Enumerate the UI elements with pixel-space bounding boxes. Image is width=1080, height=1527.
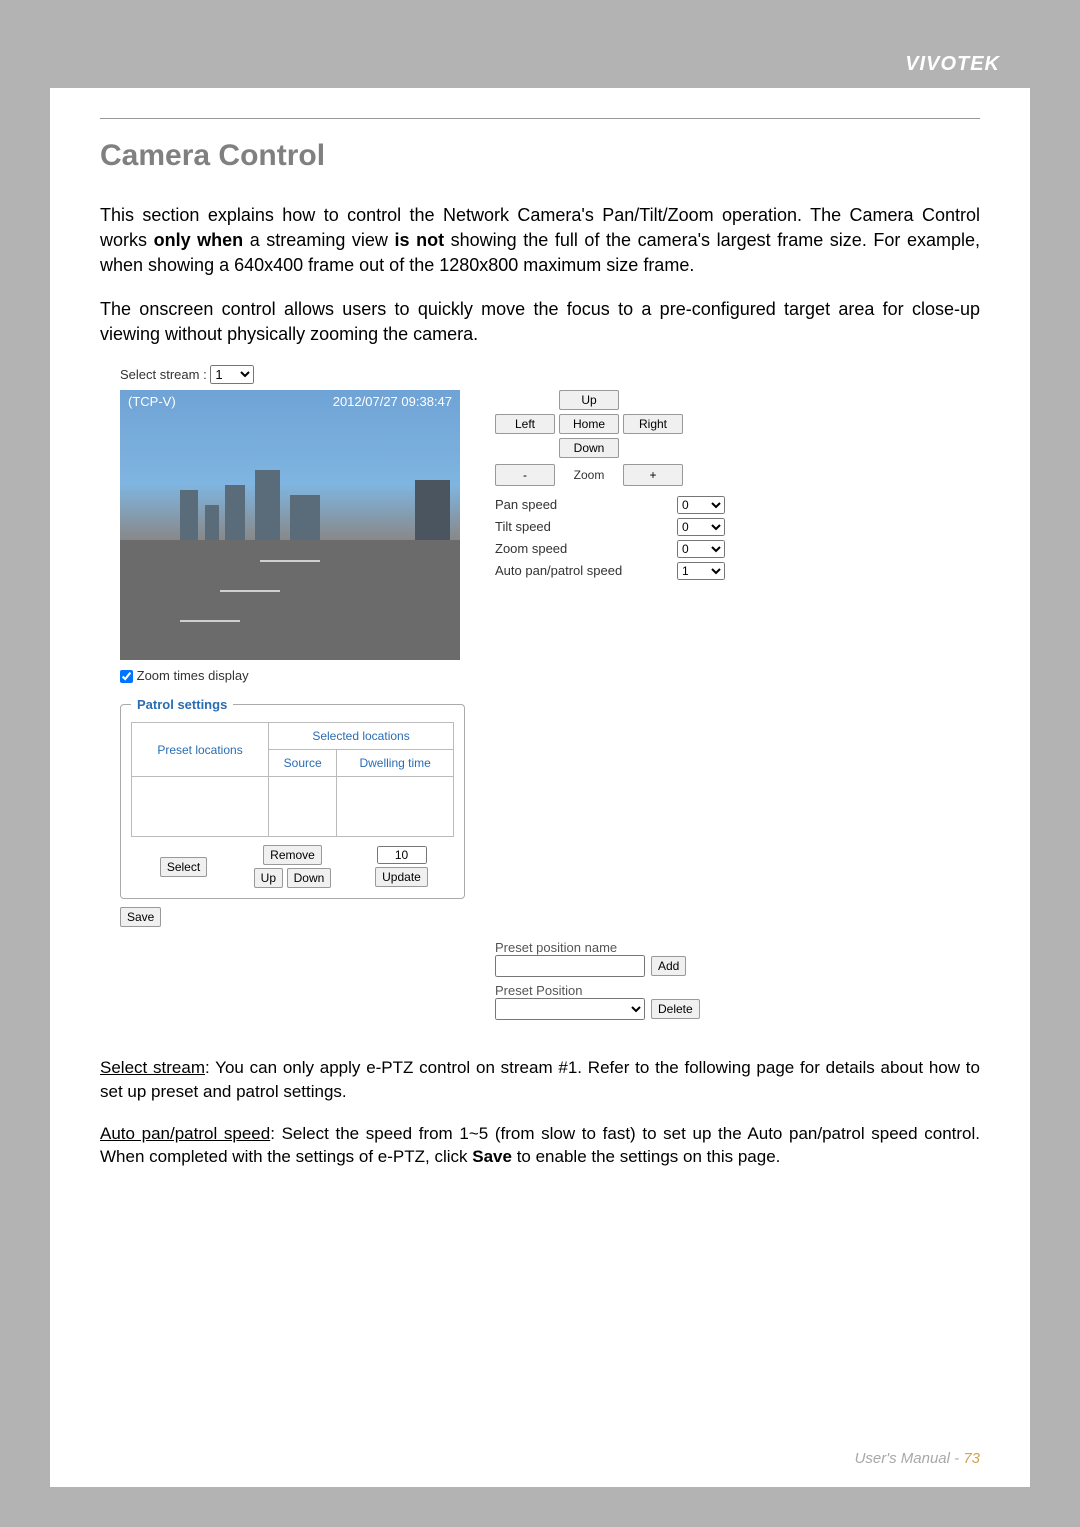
select-stream-desc: : You can only apply e-PTZ control on st… bbox=[100, 1058, 980, 1101]
auto-patrol-speed-row: Auto pan/patrol speed 1 bbox=[495, 562, 725, 580]
ui-columns: (TCP-V) 2012/07/27 09:38:47 bbox=[120, 390, 980, 1026]
col-selected-locations: Selected locations bbox=[269, 723, 454, 750]
video-skyline bbox=[120, 480, 460, 540]
tilt-speed-label: Tilt speed bbox=[495, 519, 551, 534]
page-footer: User's Manual - 73 bbox=[855, 1450, 980, 1467]
ptz-controls: Up Left Home Right Down - Zoom bbox=[495, 390, 725, 580]
page-number: 73 bbox=[963, 1450, 980, 1467]
preset-name-input[interactable] bbox=[495, 955, 645, 977]
preset-position-box: Preset position name Add Preset Position… bbox=[495, 940, 725, 1020]
footer-text: User's Manual - bbox=[855, 1450, 964, 1467]
patrol-settings-fieldset: Patrol settings Preset locations Selecte… bbox=[120, 697, 465, 899]
auto-patrol-speed-select[interactable]: 1 bbox=[677, 562, 725, 580]
zoom-label: Zoom bbox=[559, 464, 619, 486]
select-stream-term: Select stream bbox=[100, 1058, 205, 1077]
intro-text: a streaming view bbox=[243, 230, 394, 250]
zoom-speed-select[interactable]: 0 bbox=[677, 540, 725, 558]
select-button[interactable]: Select bbox=[160, 857, 207, 877]
content-area: Camera Control This section explains how… bbox=[50, 88, 1030, 1026]
select-stream-label: Select stream : bbox=[120, 367, 207, 382]
ptz-direction-grid: Up Left Home Right Down bbox=[495, 390, 725, 458]
brand-logo: VIVOTEK bbox=[905, 53, 1000, 76]
up-button[interactable]: Up bbox=[254, 868, 283, 888]
zoom-times-label: Zoom times display bbox=[137, 668, 249, 683]
col-preset-locations: Preset locations bbox=[132, 723, 269, 777]
document-page: VIVOTEK Camera Control This section expl… bbox=[50, 40, 1030, 1487]
col-source: Source bbox=[269, 750, 337, 777]
auto-patrol-paragraph: Auto pan/patrol speed: Select the speed … bbox=[100, 1122, 980, 1170]
ptz-down-button[interactable]: Down bbox=[559, 438, 619, 458]
video-overlay-protocol: (TCP-V) bbox=[128, 394, 176, 409]
video-road bbox=[120, 540, 460, 660]
update-button[interactable]: Update bbox=[375, 867, 428, 887]
preset-position-label: Preset Position bbox=[495, 983, 725, 998]
ptz-home-button[interactable]: Home bbox=[559, 414, 619, 434]
left-column: (TCP-V) 2012/07/27 09:38:47 bbox=[120, 390, 465, 927]
dwelling-time-input[interactable] bbox=[377, 846, 427, 864]
down-button[interactable]: Down bbox=[287, 868, 332, 888]
right-column: Up Left Home Right Down - Zoom bbox=[495, 390, 725, 1026]
intro-bold-1: only when bbox=[154, 230, 244, 250]
header-bar: VIVOTEK bbox=[50, 40, 1030, 88]
patrol-actions-row: Select Remove Up Down Update bbox=[131, 845, 454, 888]
preset-position-select[interactable] bbox=[495, 998, 645, 1020]
auto-patrol-term: Auto pan/patrol speed bbox=[100, 1124, 270, 1143]
dwelling-cell[interactable] bbox=[337, 777, 454, 837]
delete-button[interactable]: Delete bbox=[651, 999, 700, 1019]
zoom-times-checkbox[interactable] bbox=[120, 670, 133, 683]
pan-speed-label: Pan speed bbox=[495, 497, 557, 512]
save-row: Save bbox=[120, 907, 465, 927]
select-stream-paragraph: Select stream: You can only apply e-PTZ … bbox=[100, 1056, 980, 1104]
zoom-times-row: Zoom times display bbox=[120, 668, 465, 683]
pan-speed-select[interactable]: 0 bbox=[677, 496, 725, 514]
video-overlay-timestamp: 2012/07/27 09:38:47 bbox=[333, 394, 452, 409]
tilt-speed-select[interactable]: 0 bbox=[677, 518, 725, 536]
pan-speed-row: Pan speed 0 bbox=[495, 496, 725, 514]
source-cell[interactable] bbox=[269, 777, 337, 837]
preset-name-label: Preset position name bbox=[495, 940, 725, 955]
intro-paragraph-1: This section explains how to control the… bbox=[100, 203, 980, 279]
zoom-row: - Zoom + bbox=[495, 464, 725, 486]
ptz-left-button[interactable]: Left bbox=[495, 414, 555, 434]
select-stream-dropdown[interactable]: 1 bbox=[210, 365, 254, 384]
zoom-speed-row: Zoom speed 0 bbox=[495, 540, 725, 558]
auto-patrol-speed-label: Auto pan/patrol speed bbox=[495, 563, 622, 578]
save-button[interactable]: Save bbox=[120, 907, 161, 927]
col-dwelling-time: Dwelling time bbox=[337, 750, 454, 777]
lower-text-section: Select stream: You can only apply e-PTZ … bbox=[50, 1056, 1030, 1169]
zoom-out-button[interactable]: - bbox=[495, 464, 555, 486]
zoom-speed-label: Zoom speed bbox=[495, 541, 567, 556]
page-title: Camera Control bbox=[100, 139, 980, 173]
ptz-up-button[interactable]: Up bbox=[559, 390, 619, 410]
intro-paragraph-2: The onscreen control allows users to qui… bbox=[100, 297, 980, 347]
ptz-right-button[interactable]: Right bbox=[623, 414, 683, 434]
intro-bold-2: is not bbox=[395, 230, 445, 250]
add-button[interactable]: Add bbox=[651, 956, 686, 976]
auto-patrol-desc-c: to enable the settings on this page. bbox=[512, 1147, 780, 1166]
preset-locations-cell[interactable] bbox=[132, 777, 269, 837]
patrol-legend: Patrol settings bbox=[131, 697, 233, 712]
video-preview: (TCP-V) 2012/07/27 09:38:47 bbox=[120, 390, 460, 660]
remove-button[interactable]: Remove bbox=[263, 845, 322, 865]
patrol-table: Preset locations Selected locations Sour… bbox=[131, 722, 454, 837]
tilt-speed-row: Tilt speed 0 bbox=[495, 518, 725, 536]
zoom-in-button[interactable]: + bbox=[623, 464, 683, 486]
ui-screenshot-area: Select stream : 1 (TCP-V) 2012/07/27 09:… bbox=[120, 365, 980, 1026]
save-bold: Save bbox=[472, 1147, 512, 1166]
divider bbox=[100, 118, 980, 119]
select-stream-row: Select stream : 1 bbox=[120, 365, 980, 384]
